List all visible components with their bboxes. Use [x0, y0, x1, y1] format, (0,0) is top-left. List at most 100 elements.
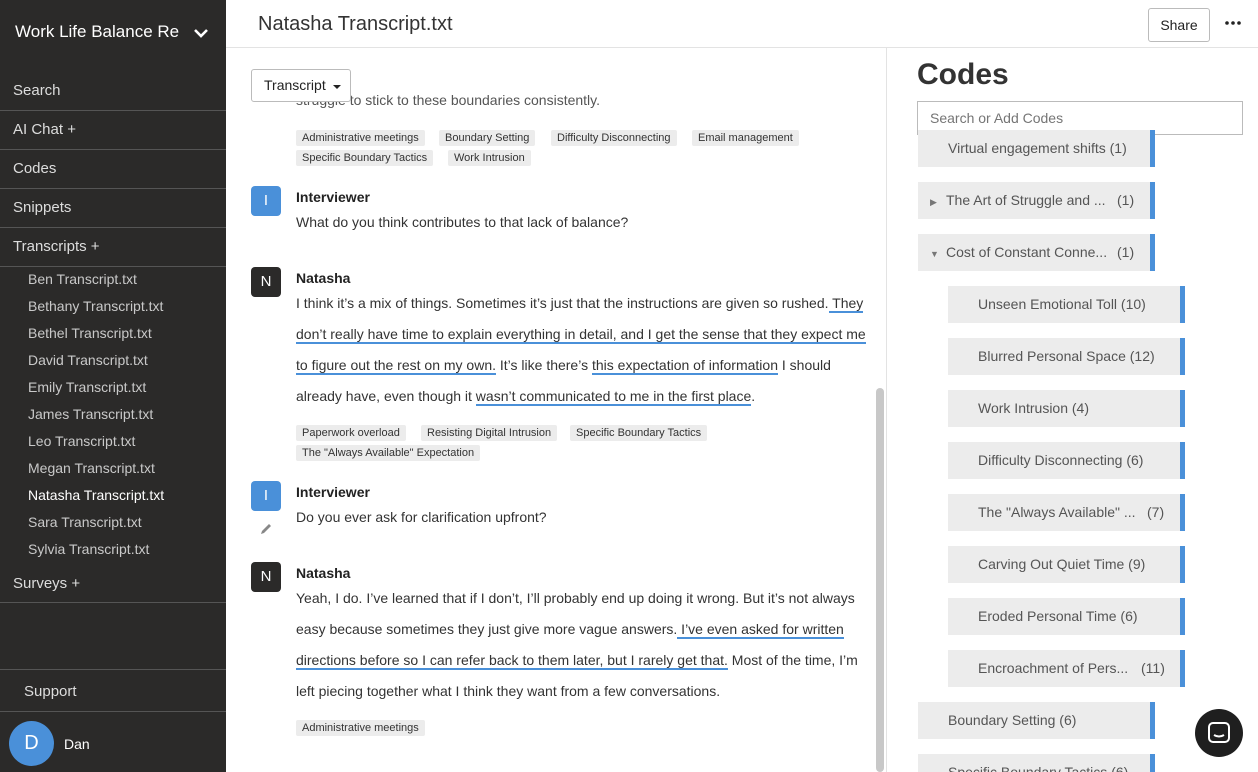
coded-highlight[interactable]: I’ve even asked for written [677, 621, 844, 639]
code-tag[interactable]: Boundary Setting [439, 130, 536, 146]
transcript-dropdown[interactable]: Transcript [251, 69, 351, 102]
user-name[interactable]: Dan [64, 736, 90, 752]
coded-highlight[interactable]: don’t really have time to explain everyt… [296, 326, 866, 344]
utterance-line[interactable]: already have, even though it wasn’t comm… [296, 388, 755, 406]
chevron-down-icon[interactable] [193, 26, 209, 40]
sidebar-item-transcript[interactable]: Bethany Transcript.txt [28, 298, 163, 314]
utterance-segment: already have, even though it [296, 388, 476, 404]
utterance-text[interactable]: What do you think contributes to that la… [296, 214, 628, 230]
nav-surveys[interactable]: Surveys + [0, 565, 226, 603]
code-color-bar [1180, 442, 1185, 479]
code-count: (7) [1147, 504, 1165, 520]
sidebar-item-transcript[interactable]: David Transcript.txt [28, 352, 148, 368]
utterance-line[interactable]: don’t really have time to explain everyt… [296, 326, 866, 344]
code-item[interactable]: Eroded Personal Time (6) [948, 598, 1185, 635]
code-color-bar [1150, 234, 1155, 271]
speaker-badge: I [251, 481, 281, 511]
share-button[interactable]: Share [1148, 8, 1210, 42]
nav-ai-chat[interactable]: AI Chat + [0, 111, 226, 150]
code-item[interactable]: Virtual engagement shifts (1) [918, 130, 1155, 167]
header: Natasha Transcript.txt Share [226, 0, 1258, 48]
utterance-text[interactable]: Do you ever ask for clarification upfron… [296, 509, 547, 525]
code-tag[interactable]: Specific Boundary Tactics [570, 425, 708, 441]
sidebar-item-transcript-active[interactable]: Natasha Transcript.txt [28, 487, 164, 503]
scrollbar[interactable] [876, 388, 884, 772]
caret-down-icon[interactable]: ▼ [930, 236, 946, 273]
code-count: (1) [1117, 244, 1135, 260]
code-tag[interactable]: The "Always Available" Expectation [296, 445, 481, 461]
code-item[interactable]: The "Always Available" ... (7) [948, 494, 1185, 531]
caret-down-icon [332, 85, 341, 89]
speaker-name: Interviewer [296, 189, 370, 205]
code-color-bar [1180, 598, 1185, 635]
caret-right-icon[interactable]: ▶ [930, 184, 946, 221]
sidebar-item-transcript[interactable]: Megan Transcript.txt [28, 460, 155, 476]
code-tag[interactable]: Resisting Digital Intrusion [421, 425, 558, 441]
page-title: Natasha Transcript.txt [258, 13, 453, 35]
coded-highlight[interactable]: wasn’t communicated to me in the first p… [475, 388, 752, 406]
code-color-bar [1180, 546, 1185, 583]
code-item[interactable]: Carving Out Quiet Time (9) [948, 546, 1185, 583]
sidebar-item-transcript[interactable]: Sylvia Transcript.txt [28, 541, 149, 557]
code-label: Virtual engagement shifts (1) [948, 140, 1127, 156]
code-color-bar [1150, 182, 1155, 219]
code-item[interactable]: Specific Boundary Tactics (6) [918, 754, 1155, 772]
utterance-line[interactable]: to figure out the rest on my own. It’s l… [296, 357, 831, 375]
pencil-icon[interactable] [259, 522, 273, 536]
chat-button[interactable] [1195, 709, 1243, 757]
code-count: (11) [1141, 660, 1165, 676]
code-color-bar [1180, 494, 1185, 531]
code-item[interactable]: Unseen Emotional Toll (10) [948, 286, 1185, 323]
nav-snippets[interactable]: Snippets [0, 189, 226, 228]
speaker-badge: I [251, 186, 281, 216]
code-item[interactable]: Encroachment of Pers... (11) [948, 650, 1185, 687]
project-title[interactable]: Work Life Balance Re [15, 22, 210, 44]
code-item[interactable]: Blurred Personal Space (12) [948, 338, 1185, 375]
sidebar-item-transcript[interactable]: Ben Transcript.txt [28, 271, 137, 287]
nav-support[interactable]: Support [0, 669, 226, 712]
sidebar-item-transcript[interactable]: Emily Transcript.txt [28, 379, 146, 395]
code-tag[interactable]: Administrative meetings [296, 720, 425, 736]
code-label: The Art of Struggle and ... [946, 192, 1106, 208]
code-color-bar [1180, 338, 1185, 375]
coded-highlight[interactable]: directions before so I can refer back to… [296, 652, 728, 670]
code-label: Boundary Setting (6) [948, 712, 1077, 728]
code-count: (1) [1117, 192, 1135, 208]
code-item[interactable]: ▶ The Art of Struggle and ... (1) [918, 182, 1155, 219]
nav-search[interactable]: Search [0, 72, 226, 111]
sidebar-item-transcript[interactable]: Sara Transcript.txt [28, 514, 142, 530]
sidebar-item-transcript[interactable]: Leo Transcript.txt [28, 433, 135, 449]
avatar[interactable]: D [9, 721, 54, 766]
utterance-line[interactable]: easy because sometimes they just give mo… [296, 621, 844, 639]
code-tag[interactable]: Paperwork overload [296, 425, 406, 441]
code-label: Work Intrusion (4) [978, 400, 1089, 416]
code-item[interactable]: ▼ Cost of Constant Conne... (1) [918, 234, 1155, 271]
utterance-line[interactable]: directions before so I can refer back to… [296, 652, 858, 670]
sidebar-item-transcript[interactable]: James Transcript.txt [28, 406, 153, 422]
code-item[interactable]: Boundary Setting (6) [918, 702, 1155, 739]
sidebar-item-transcript[interactable]: Bethel Transcript.txt [28, 325, 152, 341]
code-tag[interactable]: Email management [692, 130, 799, 146]
coded-highlight[interactable]: They [828, 295, 864, 313]
coded-highlight[interactable]: this expectation of information [591, 357, 778, 375]
code-tag[interactable]: Specific Boundary Tactics [296, 150, 434, 166]
sidebar: Work Life Balance Re Search AI Chat + Co… [0, 0, 226, 772]
code-item[interactable]: Work Intrusion (4) [948, 390, 1185, 427]
nav-codes[interactable]: Codes [0, 150, 226, 189]
utterance-line[interactable]: Yeah, I do. I’ve learned that if I don’t… [296, 590, 855, 606]
utterance-line[interactable]: I think it’s a mix of things. Sometimes … [296, 295, 864, 313]
speaker-name: Interviewer [296, 484, 370, 500]
utterance-line[interactable]: left piecing together what I think they … [296, 683, 720, 699]
code-color-bar [1150, 130, 1155, 167]
code-label: Unseen Emotional Toll (10) [978, 296, 1146, 312]
speaker-name: Natasha [296, 565, 351, 581]
utterance-segment: I think it’s a mix of things. Sometimes … [296, 295, 829, 311]
code-tag[interactable]: Administrative meetings [296, 130, 425, 146]
code-color-bar [1180, 650, 1185, 687]
code-item[interactable]: Difficulty Disconnecting (6) [948, 442, 1185, 479]
code-tag[interactable]: Difficulty Disconnecting [551, 130, 677, 146]
nav-transcripts[interactable]: Transcripts + [0, 228, 226, 267]
coded-highlight[interactable]: to figure out the rest on my own. [296, 357, 496, 375]
code-tag[interactable]: Work Intrusion [448, 150, 531, 166]
more-icon[interactable] [1224, 14, 1242, 32]
